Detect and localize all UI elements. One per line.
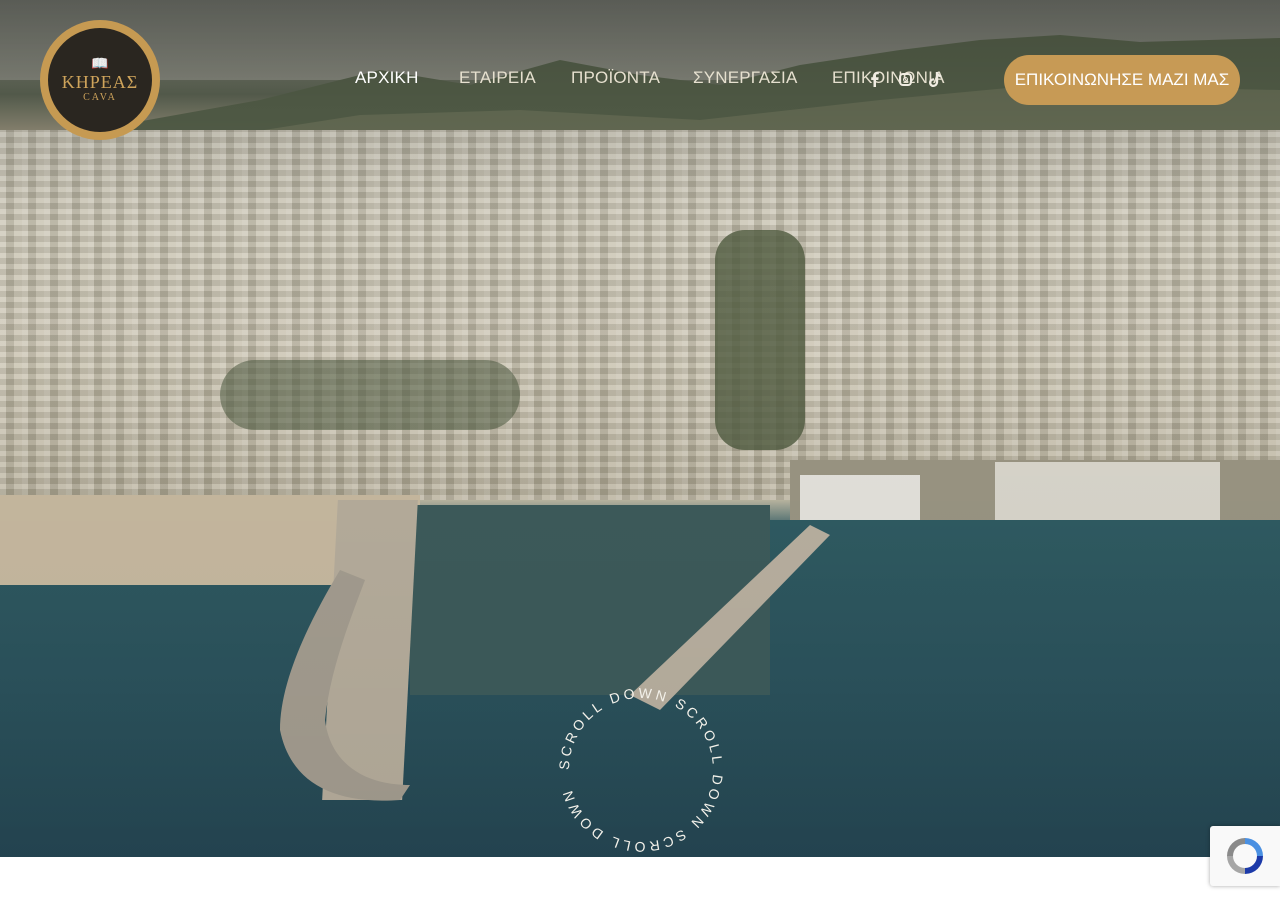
facebook-icon[interactable] <box>868 70 882 88</box>
recaptcha-icon <box>1227 838 1263 874</box>
social-links <box>868 70 942 88</box>
scroll-down-ring[interactable]: SCROLL DOWN SCROLL DOWN SCROLL DOWN <box>556 685 726 855</box>
book-emblem-icon: 📖 <box>91 55 109 71</box>
nav-item-home[interactable]: ΑΡΧΙΚΗ <box>355 68 419 88</box>
scroll-down-label: SCROLL DOWN SCROLL DOWN SCROLL DOWN <box>556 685 723 855</box>
nav-item-company[interactable]: ΕΤΑΙΡΕΙΑ <box>459 68 536 88</box>
contact-us-button[interactable]: ΕΠΙΚΟΙΝΩΝΗΣΕ ΜΑΖΙ ΜΑΣ <box>1004 55 1240 105</box>
tiktok-icon[interactable] <box>928 70 942 88</box>
logo-sub: CAVA <box>83 92 117 103</box>
recaptcha-badge[interactable] <box>1210 826 1280 886</box>
logo-badge: 📖 ΚΗΡΕΑΣ CAVA <box>48 28 152 132</box>
logo-name: ΚΗΡΕΑΣ <box>61 72 139 92</box>
scroll-down-text: SCROLL DOWN SCROLL DOWN SCROLL DOWN <box>556 685 726 855</box>
nav-item-products[interactable]: ΠΡΟΪΟΝΤΑ <box>571 68 660 88</box>
instagram-icon[interactable] <box>898 70 912 88</box>
nav-item-partnership[interactable]: ΣΥΝΕΡΓΑΣΙΑ <box>693 68 798 88</box>
logo[interactable]: 📖 ΚΗΡΕΑΣ CAVA <box>40 20 160 140</box>
